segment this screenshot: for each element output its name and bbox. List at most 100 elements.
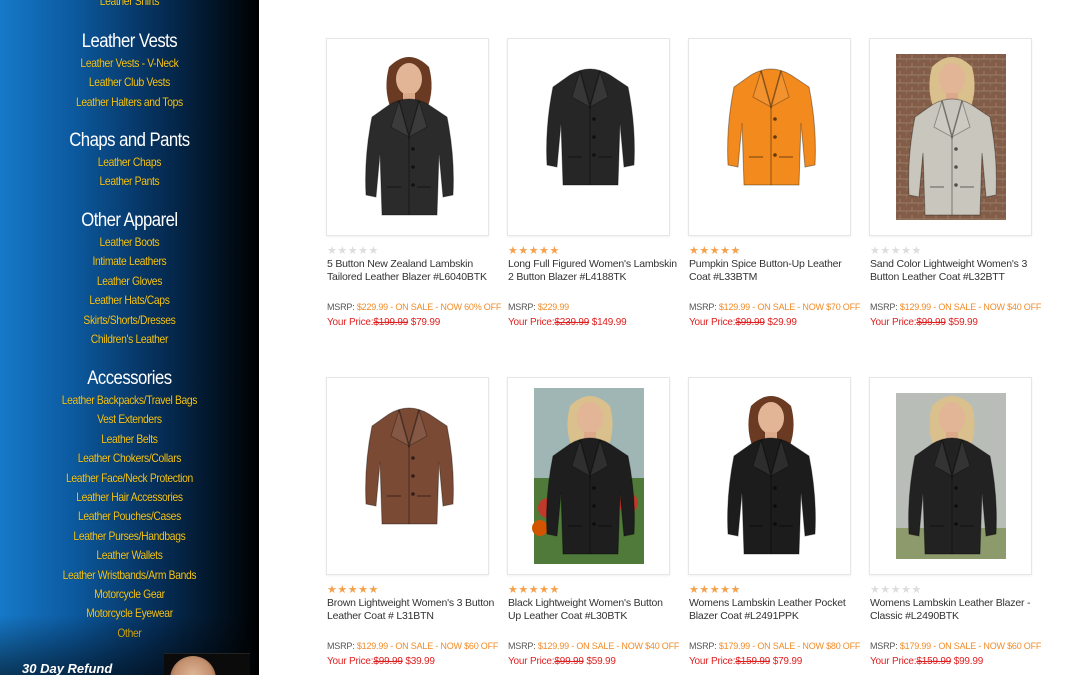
product-name[interactable]: Black Lightweight Women's Button Up Leat…	[508, 597, 678, 623]
your-price-label: Your Price:	[689, 656, 736, 667]
star-icon: ★	[901, 245, 912, 257]
msrp-line: MSRP: $229.99	[508, 302, 569, 312]
sidebar-link-leather-backpacks-travel-bags[interactable]: Leather Backpacks/Travel Bags	[18, 393, 241, 407]
current-price: $59.99	[586, 656, 616, 667]
star-icon: ★	[709, 245, 721, 257]
sale-badge: - ON SALE - NOW $60 OFF	[933, 641, 1042, 651]
sidebar-link-leather-hair-accessories[interactable]: Leather Hair Accessories	[18, 490, 241, 504]
product-image[interactable]	[326, 377, 489, 575]
star-icon: ★	[508, 245, 519, 257]
sidebar-link-leather-wallets[interactable]: Leather Wallets	[18, 548, 241, 562]
star-icon: ★	[508, 584, 519, 596]
star-icon: ★	[368, 584, 379, 596]
sale-badge: - ON SALE - NOW $80 OFF	[752, 641, 861, 651]
star-icon: ★	[347, 584, 359, 596]
sidebar-link-intimate-leathers[interactable]: Intimate Leathers	[18, 254, 241, 268]
sidebar-heading-1: Chaps and Pants	[69, 130, 190, 151]
product-name[interactable]: Pumpkin Spice Button-Up Leather Coat #L3…	[689, 258, 859, 284]
product-name[interactable]: Womens Lambskin Leather Pocket Blazer Co…	[689, 597, 859, 623]
old-price: $159.99	[735, 656, 771, 667]
sidebar-link-motorcycle-eyewear[interactable]: Motorcycle Eyewear	[18, 606, 241, 620]
star-icon: ★	[880, 245, 891, 257]
star-icon: ★	[368, 245, 379, 257]
star-icon: ★	[870, 584, 881, 596]
msrp-label: MSRP:	[689, 641, 717, 651]
sidebar-link-leather-belts[interactable]: Leather Belts	[18, 432, 241, 446]
product-name[interactable]: Sand Color Lightweight Women's 3 Button …	[870, 258, 1040, 284]
your-price-label: Your Price:	[689, 317, 736, 328]
sidebar-heading-3: Accessories	[87, 368, 172, 389]
sidebar-link-leather-halters-and-tops[interactable]: Leather Halters and Tops	[18, 95, 241, 109]
msrp-label: MSRP:	[327, 641, 355, 651]
refund-label: 30 Day Refund	[22, 661, 113, 675]
current-price: $149.99	[591, 317, 627, 328]
sidebar-link-leather-face-neck-protection[interactable]: Leather Face/Neck Protection	[18, 471, 241, 485]
star-icon: ★	[347, 245, 359, 257]
product-name[interactable]: 5 Button New Zealand Lambskin Tailored L…	[327, 258, 497, 284]
star-icon: ★	[337, 245, 348, 257]
msrp-price: $179.99	[718, 641, 750, 651]
current-price: $99.99	[953, 656, 984, 667]
product-name[interactable]: Long Full Figured Women's Lambskin 2 But…	[508, 258, 678, 284]
sidebar-link-leather-wristbands-arm-bands[interactable]: Leather Wristbands/Arm Bands	[18, 568, 241, 582]
msrp-price: $179.99	[899, 641, 931, 651]
sidebar-link-leather-pouches-cases[interactable]: Leather Pouches/Cases	[18, 509, 241, 523]
sidebar-link-children-s-leather[interactable]: Children's Leather	[18, 332, 241, 346]
sidebar-link-leather-shirts[interactable]: Leather Shirts	[18, 0, 241, 8]
product-image[interactable]	[869, 377, 1032, 575]
rating-stars: ★★★★★	[689, 244, 741, 257]
refund-banner[interactable]: 30 Day Refund	[0, 651, 259, 675]
msrp-price: $129.99	[899, 302, 931, 312]
product-image[interactable]	[688, 377, 851, 575]
sidebar-link-leather-chokers-collars[interactable]: Leather Chokers/Collars	[18, 451, 241, 465]
msrp-line: MSRP: $179.99 - ON SALE - NOW $60 OFF	[870, 641, 1041, 651]
star-icon: ★	[689, 245, 700, 257]
sidebar-link-leather-club-vests[interactable]: Leather Club Vests	[18, 75, 241, 89]
sidebar-link-other[interactable]: Other	[18, 626, 241, 640]
your-price-label: Your Price:	[327, 656, 374, 667]
product-image[interactable]	[869, 38, 1032, 236]
your-price-line: Your Price:$99.99 $29.99	[689, 317, 797, 328]
sidebar-link-leather-boots[interactable]: Leather Boots	[18, 235, 241, 249]
star-icon: ★	[901, 584, 912, 596]
product-image[interactable]	[507, 38, 670, 236]
sidebar-link-leather-purses-handbags[interactable]: Leather Purses/Handbags	[18, 529, 241, 543]
sidebar-link-motorcycle-gear[interactable]: Motorcycle Gear	[18, 587, 241, 601]
msrp-line: MSRP: $129.99 - ON SALE - NOW $60 OFF	[327, 641, 498, 651]
msrp-line: MSRP: $229.99 - ON SALE - NOW 60% OFF	[327, 302, 501, 312]
sidebar-link-leather-chaps[interactable]: Leather Chaps	[18, 155, 241, 169]
refund-photo	[164, 653, 250, 675]
current-price: $29.99	[767, 317, 797, 328]
star-icon: ★	[890, 245, 902, 257]
sidebar-link-vest-extenders[interactable]: Vest Extenders	[18, 412, 241, 426]
product-name[interactable]: Womens Lambskin Leather Blazer - Classic…	[870, 597, 1040, 623]
sidebar-link-leather-vests-v-neck[interactable]: Leather Vests - V-Neck	[18, 56, 241, 70]
sidebar-link-leather-gloves[interactable]: Leather Gloves	[18, 274, 241, 288]
star-icon: ★	[730, 584, 741, 596]
your-price-line: Your Price:$159.99 $79.99	[689, 656, 802, 667]
msrp-price: $129.99	[356, 641, 388, 651]
your-price-label: Your Price:	[508, 317, 555, 328]
product-image[interactable]	[688, 38, 851, 236]
sidebar-link-leather-pants[interactable]: Leather Pants	[18, 174, 241, 188]
star-icon: ★	[358, 584, 369, 596]
star-icon: ★	[539, 245, 550, 257]
sidebar-heading-0: Leather Vests	[81, 31, 178, 52]
your-price-line: Your Price:$239.99 $149.99	[508, 317, 627, 328]
msrp-line: MSRP: $129.99 - ON SALE - NOW $40 OFF	[870, 302, 1041, 312]
msrp-price: $129.99	[537, 641, 569, 651]
product-image[interactable]	[507, 377, 670, 575]
product-name[interactable]: Brown Lightweight Women's 3 Button Leath…	[327, 597, 497, 623]
star-icon: ★	[911, 245, 922, 257]
msrp-label: MSRP:	[870, 641, 898, 651]
sidebar-link-leather-hats-caps[interactable]: Leather Hats/Caps	[18, 293, 241, 307]
star-icon: ★	[549, 584, 560, 596]
your-price-label: Your Price:	[508, 656, 555, 667]
sidebar-link-skirts-shorts-dresses[interactable]: Skirts/Shorts/Dresses	[18, 313, 241, 327]
rating-stars: ★★★★★	[508, 583, 560, 596]
old-price: $199.99	[373, 317, 409, 328]
msrp-label: MSRP:	[870, 302, 898, 312]
your-price-line: Your Price:$99.99 $59.99	[508, 656, 616, 667]
rating-stars: ★★★★★	[689, 583, 741, 596]
product-image[interactable]	[326, 38, 489, 236]
